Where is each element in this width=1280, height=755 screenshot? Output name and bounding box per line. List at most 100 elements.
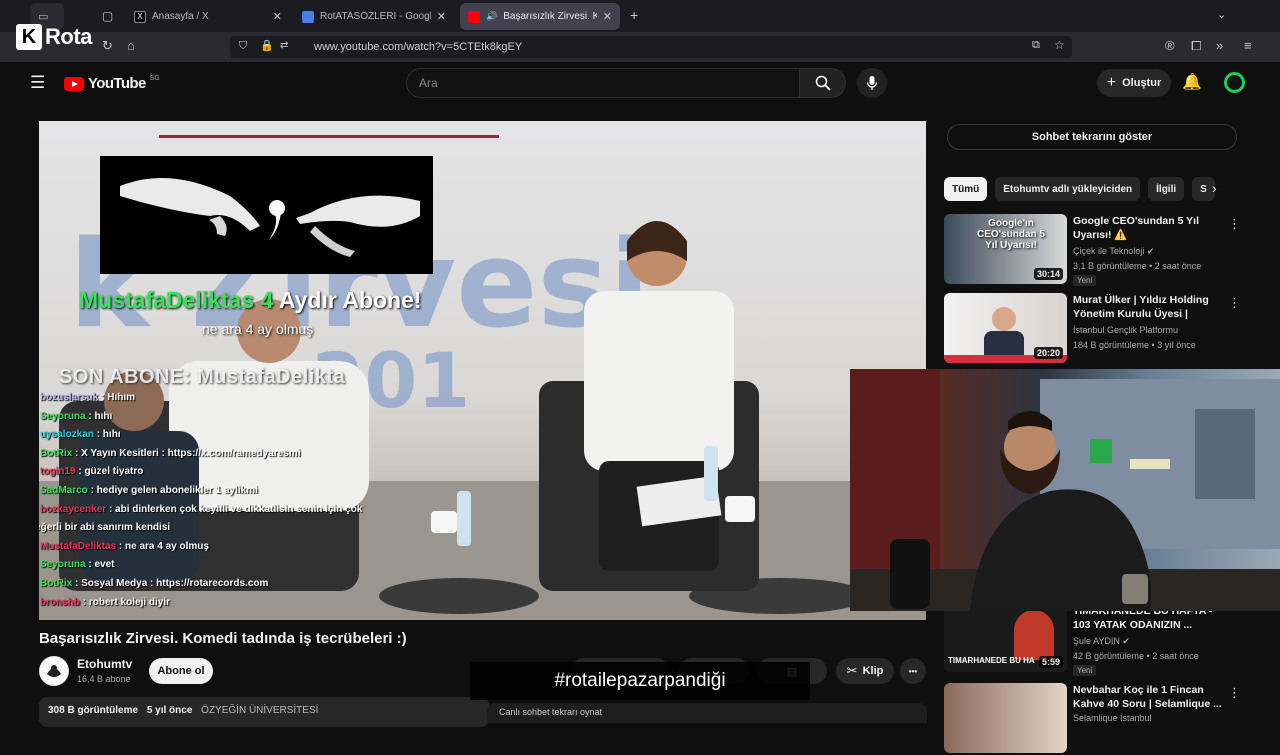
- more-options-icon[interactable]: ⋮: [1228, 216, 1241, 232]
- thumbnail-person-image: [984, 307, 1024, 363]
- description-box[interactable]: 308 B görüntüleme 5 yıl önce ÖZYEĞİN ÜNİ…: [39, 697, 489, 727]
- recommendation-channel[interactable]: Selamlique İstanbul: [1073, 713, 1152, 723]
- recommendation-meta: 3,1 B görüntüleme • 2 saat önce: [1073, 261, 1202, 271]
- chat-username: bozkaycenker: [40, 503, 107, 515]
- live-chat-replay-label: Canlı sohbet tekrarı oynat: [499, 707, 603, 717]
- description-tag[interactable]: ÖZYEĞİN ÜNİVERSİTESİ: [201, 705, 318, 716]
- x-logo-icon: X: [134, 10, 146, 23]
- youtube-logo[interactable]: YouTube SG: [64, 75, 160, 92]
- tab-label: Anasayfa / X: [152, 11, 209, 22]
- chat-message: togin19 : güzel tiyatro: [39, 463, 389, 482]
- subscribe-button[interactable]: Abone ol: [149, 658, 213, 684]
- recommendation-title[interactable]: Google CEO'sundan 5 Yıl Uyarısı! ⚠️: [1073, 214, 1229, 242]
- home-icon[interactable]: ⌂: [127, 38, 135, 53]
- new-badge: Yeni: [1073, 665, 1097, 676]
- recommendation-channel[interactable]: Şule AYDIN ✔: [1073, 636, 1130, 647]
- video-duration: 5:59: [1038, 656, 1063, 668]
- video-player[interactable]: k Zirvesi l 201 MustafaDelikta: [39, 121, 926, 620]
- chat-message: MustafaDeliktas : ne ara 4 ay olmuş: [39, 538, 389, 557]
- chat-username: MustafaDeliktas: [40, 540, 117, 552]
- tab-x[interactable]: X Anasayfa / X ✕: [126, 3, 290, 30]
- chat-text: : X Yayın Kesitleri : https://x.com/rame…: [75, 447, 301, 459]
- recommendation-thumbnail[interactable]: 20:20: [944, 293, 1067, 363]
- bookmark-star-icon[interactable]: ☆: [1054, 38, 1065, 52]
- lock-icon[interactable]: 🔒: [260, 39, 274, 52]
- hashtag-text: #rotailepazarpandiği: [554, 670, 726, 691]
- recommendation-item[interactable]: TIMARHANEDE BU HA 5:59 TIMARHANEDE BU HA…: [944, 604, 1280, 676]
- channel-name[interactable]: Etohumtv: [77, 657, 132, 671]
- clip-label: Klip: [862, 665, 884, 677]
- chip-all[interactable]: Tümü: [944, 177, 988, 201]
- recommendation-thumbnail[interactable]: [944, 683, 1067, 753]
- account-avatar[interactable]: [1224, 72, 1245, 93]
- chat-message: bronshb : robert koleji diyir: [39, 594, 389, 613]
- tab-list-chevron-icon[interactable]: ⌄: [1217, 8, 1226, 21]
- search-button[interactable]: [800, 68, 846, 98]
- speaker-icon[interactable]: 🔊: [486, 11, 497, 22]
- live-chat-replay-bar[interactable]: Canlı sohbet tekrarı oynat: [487, 703, 927, 723]
- chat-username: BotRix: [40, 577, 73, 589]
- more-actions-button[interactable]: •••: [900, 658, 926, 684]
- reload-icon[interactable]: ↻: [102, 38, 113, 54]
- extension-icon[interactable]: ®: [1165, 38, 1175, 53]
- url-text[interactable]: www.youtube.com/watch?v=5CTEtk8kgEY: [314, 41, 522, 53]
- google-docs-icon: [302, 10, 314, 23]
- notifications-bell-icon[interactable]: 🔔: [1182, 72, 1202, 92]
- recommendation-channel[interactable]: İstanbul Gençlik Platformu: [1073, 325, 1178, 335]
- recommendation-item[interactable]: Google'ın CEO'sundan 5 Yıl Uyarısı! 30:1…: [944, 214, 1280, 286]
- overflow-chevron-icon[interactable]: »: [1216, 38, 1223, 53]
- more-options-icon[interactable]: ⋮: [1228, 685, 1241, 701]
- hamburger-menu-icon[interactable]: ☰: [30, 73, 45, 93]
- chip-related[interactable]: İlgili: [1148, 177, 1185, 201]
- picture-in-picture-icon[interactable]: ⧉: [1032, 39, 1040, 52]
- chat-username: bronshb: [40, 596, 80, 608]
- voice-search-button[interactable]: [857, 68, 887, 98]
- subscriber-months: 4: [260, 287, 274, 313]
- extensions-puzzle-icon[interactable]: ⧠: [1191, 38, 1201, 54]
- chat-username: uysalozkan: [40, 429, 94, 441]
- chat-username: Seyoruna: [40, 559, 86, 571]
- youtube-favicon-icon: [468, 10, 480, 23]
- recommendation-thumbnail[interactable]: TIMARHANEDE BU HA 5:59: [944, 604, 1067, 672]
- channel-avatar[interactable]: [39, 656, 69, 686]
- chat-message: bozuslarsuk : Hıhım: [39, 389, 389, 408]
- new-tab-button[interactable]: +: [630, 7, 638, 23]
- recommendation-item[interactable]: 20:20 Murat Ülker | Yıldız Holding Yönet…: [944, 293, 1280, 365]
- tab-google-docs[interactable]: RotATASÖZLERİ - Google Dokü ✕: [294, 3, 454, 30]
- thumbnail-person-image: [1014, 610, 1054, 660]
- video-title: Başarısızlık Zirvesi. Komedi tadında iş …: [39, 630, 407, 647]
- chat-message: Seyoruna : evet: [39, 556, 389, 575]
- chat-text: : hıhı: [96, 429, 121, 441]
- chat-text: : hıhı: [88, 410, 113, 422]
- tab-overview-icon[interactable]: ▢: [102, 9, 113, 23]
- menu-icon[interactable]: ≡: [1244, 38, 1252, 53]
- create-button[interactable]: + Oluştur: [1097, 69, 1171, 97]
- chip-from-uploader[interactable]: Etohumtv adlı yükleyiciden: [995, 177, 1141, 201]
- permissions-icon[interactable]: ⇄: [280, 40, 288, 51]
- close-tab-icon[interactable]: ✕: [437, 10, 446, 23]
- recommendation-title[interactable]: Murat Ülker | Yıldız Holding Yönetim Kur…: [1073, 293, 1229, 321]
- recommendation-item[interactable]: Nevbahar Koç ile 1 Fincan Kahve 40 Soru …: [944, 683, 1280, 755]
- more-options-icon[interactable]: ⋮: [1228, 295, 1241, 311]
- address-bar[interactable]: ⛉ 🔒 ⇄ www.youtube.com/watch?v=5CTEtk8kgE…: [230, 36, 1072, 58]
- tab-youtube[interactable]: 🔊 Başarısızlık Zirvesi. Komedi ✕: [460, 3, 620, 30]
- channel-logo-icon: [40, 657, 68, 685]
- recommendation-title[interactable]: Nevbahar Koç ile 1 Fincan Kahve 40 Soru …: [1073, 683, 1229, 711]
- chat-message: BotRix : Sosyal Medya : https://rotareco…: [39, 575, 389, 594]
- search-input[interactable]: Ara: [406, 68, 800, 98]
- new-subscriber-alert: MustafaDeliktas 4 Aydır Abone!: [79, 287, 422, 314]
- streamer-camera-image: [850, 369, 1280, 611]
- close-tab-icon[interactable]: ✕: [273, 10, 282, 23]
- clip-button[interactable]: ✂ Klip: [836, 658, 894, 684]
- browser-toolbar: ↻ ⌂ ⛉ 🔒 ⇄ www.youtube.com/watch?v=5CTEtk…: [0, 32, 1280, 62]
- close-tab-icon[interactable]: ✕: [603, 10, 612, 23]
- subscriber-count: 16,4 B abone: [77, 674, 131, 684]
- recommendation-channel[interactable]: Çiçek ile Teknoloji ✔: [1073, 246, 1154, 257]
- chips-next-chevron-icon[interactable]: ›: [1212, 180, 1217, 196]
- search-placeholder: Ara: [419, 76, 438, 90]
- stream-chat-overlay: bozuslarsuk : Hıhım Seyoruna : hıhı uysalo…: [39, 389, 389, 612]
- show-chat-replay-button[interactable]: Sohbet tekrarını göster: [947, 124, 1237, 150]
- recommendation-thumbnail[interactable]: Google'ın CEO'sundan 5 Yıl Uyarısı! 30:1…: [944, 214, 1067, 284]
- chat-username: Seyoruna: [40, 410, 86, 422]
- shield-icon[interactable]: ⛉: [239, 40, 247, 53]
